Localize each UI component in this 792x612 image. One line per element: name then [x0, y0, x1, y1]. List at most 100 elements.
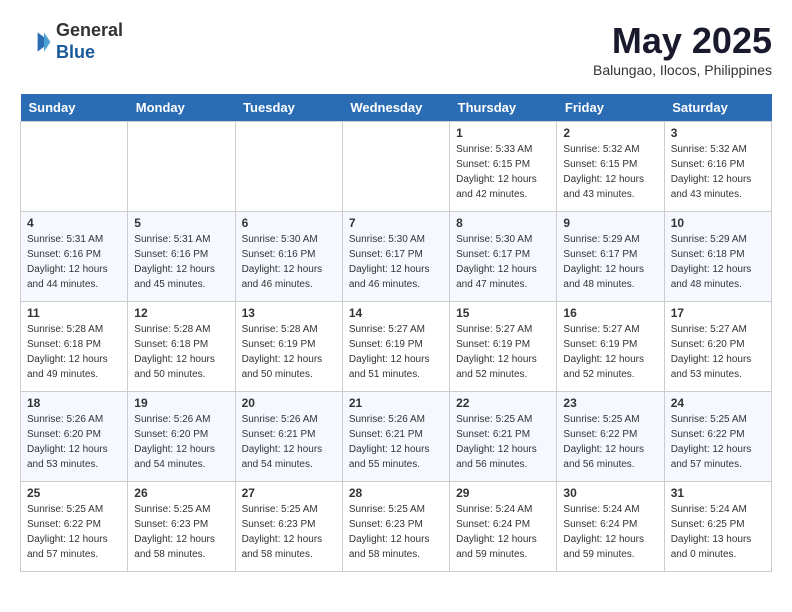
day-number: 4 [27, 216, 121, 230]
day-cell: 26 Sunrise: 5:25 AM Sunset: 6:23 PM Dayli… [128, 482, 235, 572]
day-number: 6 [242, 216, 336, 230]
day-number: 7 [349, 216, 443, 230]
logo-line1: General [56, 20, 123, 42]
day-cell: 1Sunrise: 5:33 AM Sunset: 6:15 PM Daylig… [450, 122, 557, 212]
weekday-header-wednesday: Wednesday [342, 94, 449, 122]
day-number: 9 [563, 216, 657, 230]
day-info: Sunrise: 5:27 AM Sunset: 6:19 PM Dayligh… [563, 322, 657, 382]
day-number: 5 [134, 216, 228, 230]
day-cell: 25 Sunrise: 5:25 AM Sunset: 6:22 PM Dayli… [21, 482, 128, 572]
day-info: Sunrise: 5:31 AM Sunset: 6:16 PM Dayligh… [27, 232, 121, 292]
day-cell: 31 Sunrise: 5:24 AM Sunset: 6:25 PM Dayli… [664, 482, 771, 572]
day-number: 31 [671, 486, 765, 500]
day-number: 19 [134, 396, 228, 410]
day-cell: 13 Sunrise: 5:28 AM Sunset: 6:19 PM Dayli… [235, 302, 342, 392]
day-cell [21, 122, 128, 212]
day-number: 25 [27, 486, 121, 500]
weekday-header-row: SundayMondayTuesdayWednesdayThursdayFrid… [21, 94, 772, 122]
day-number: 21 [349, 396, 443, 410]
day-number: 2 [563, 126, 657, 140]
weekday-header-friday: Friday [557, 94, 664, 122]
day-info: Sunrise: 5:29 AM Sunset: 6:18 PM Dayligh… [671, 232, 765, 292]
day-info: Sunrise: 5:32 AM Sunset: 6:16 PM Dayligh… [671, 142, 765, 202]
day-cell: 5 Sunrise: 5:31 AM Sunset: 6:16 PM Daylig… [128, 212, 235, 302]
day-info: Sunrise: 5:25 AM Sunset: 6:21 PM Dayligh… [456, 412, 550, 472]
day-number: 22 [456, 396, 550, 410]
day-info: Sunrise: 5:24 AM Sunset: 6:24 PM Dayligh… [456, 502, 550, 562]
day-cell: 9 Sunrise: 5:29 AM Sunset: 6:17 PM Daylig… [557, 212, 664, 302]
day-info: Sunrise: 5:26 AM Sunset: 6:21 PM Dayligh… [349, 412, 443, 472]
day-cell: 23 Sunrise: 5:25 AM Sunset: 6:22 PM Dayli… [557, 392, 664, 482]
day-info: Sunrise: 5:30 AM Sunset: 6:17 PM Dayligh… [456, 232, 550, 292]
day-cell [128, 122, 235, 212]
day-cell: 24 Sunrise: 5:25 AM Sunset: 6:22 PM Dayli… [664, 392, 771, 482]
day-number: 10 [671, 216, 765, 230]
day-number: 30 [563, 486, 657, 500]
week-row-1: 1Sunrise: 5:33 AM Sunset: 6:15 PM Daylig… [21, 122, 772, 212]
day-cell: 15 Sunrise: 5:27 AM Sunset: 6:19 PM Dayli… [450, 302, 557, 392]
weekday-header-saturday: Saturday [664, 94, 771, 122]
day-info: Sunrise: 5:30 AM Sunset: 6:17 PM Dayligh… [349, 232, 443, 292]
weekday-header-tuesday: Tuesday [235, 94, 342, 122]
day-cell: 2 Sunrise: 5:32 AM Sunset: 6:15 PM Daylig… [557, 122, 664, 212]
day-cell: 27Sunrise: 5:25 AM Sunset: 6:23 PM Dayli… [235, 482, 342, 572]
day-number: 3 [671, 126, 765, 140]
day-cell: 12 Sunrise: 5:28 AM Sunset: 6:18 PM Dayli… [128, 302, 235, 392]
weekday-header-sunday: Sunday [21, 94, 128, 122]
day-info: Sunrise: 5:26 AM Sunset: 6:21 PM Dayligh… [242, 412, 336, 472]
day-number: 27 [242, 486, 336, 500]
day-cell: 7 Sunrise: 5:30 AM Sunset: 6:17 PM Daylig… [342, 212, 449, 302]
day-number: 13 [242, 306, 336, 320]
day-cell: 30 Sunrise: 5:24 AM Sunset: 6:24 PM Dayli… [557, 482, 664, 572]
week-row-3: 11 Sunrise: 5:28 AM Sunset: 6:18 PM Dayli… [21, 302, 772, 392]
day-number: 17 [671, 306, 765, 320]
day-info: Sunrise: 5:33 AM Sunset: 6:15 PM Dayligh… [456, 142, 550, 202]
day-info: Sunrise: 5:27 AM Sunset: 6:19 PM Dayligh… [349, 322, 443, 382]
day-cell: 11Sunrise: 5:28 AM Sunset: 6:18 PM Dayli… [21, 302, 128, 392]
week-row-5: 25 Sunrise: 5:25 AM Sunset: 6:22 PM Dayli… [21, 482, 772, 572]
day-number: 28 [349, 486, 443, 500]
day-number: 18 [27, 396, 121, 410]
day-info: Sunrise: 5:32 AM Sunset: 6:15 PM Dayligh… [563, 142, 657, 202]
day-info: Sunrise: 5:25 AM Sunset: 6:23 PM Dayligh… [349, 502, 443, 562]
day-info: Sunrise: 5:25 AM Sunset: 6:22 PM Dayligh… [671, 412, 765, 472]
day-info: Sunrise: 5:28 AM Sunset: 6:18 PM Dayligh… [134, 322, 228, 382]
weekday-header-thursday: Thursday [450, 94, 557, 122]
title-block: May 2025 Balungao, Ilocos, Philippines [593, 20, 772, 78]
day-number: 23 [563, 396, 657, 410]
day-cell: 3 Sunrise: 5:32 AM Sunset: 6:16 PM Daylig… [664, 122, 771, 212]
day-number: 24 [671, 396, 765, 410]
day-info: Sunrise: 5:29 AM Sunset: 6:17 PM Dayligh… [563, 232, 657, 292]
week-row-4: 18 Sunrise: 5:26 AM Sunset: 6:20 PM Dayli… [21, 392, 772, 482]
day-info: Sunrise: 5:24 AM Sunset: 6:25 PM Dayligh… [671, 502, 765, 562]
day-number: 16 [563, 306, 657, 320]
day-info: Sunrise: 5:24 AM Sunset: 6:24 PM Dayligh… [563, 502, 657, 562]
day-cell: 28 Sunrise: 5:25 AM Sunset: 6:23 PM Dayli… [342, 482, 449, 572]
day-info: Sunrise: 5:26 AM Sunset: 6:20 PM Dayligh… [27, 412, 121, 472]
weekday-header-monday: Monday [128, 94, 235, 122]
logo-line2: Blue [56, 42, 123, 64]
day-number: 12 [134, 306, 228, 320]
day-cell: 17 Sunrise: 5:27 AM Sunset: 6:20 PM Dayli… [664, 302, 771, 392]
day-number: 15 [456, 306, 550, 320]
day-info: Sunrise: 5:31 AM Sunset: 6:16 PM Dayligh… [134, 232, 228, 292]
day-cell: 6 Sunrise: 5:30 AM Sunset: 6:16 PM Daylig… [235, 212, 342, 302]
day-number: 26 [134, 486, 228, 500]
logo-icon [20, 26, 52, 58]
day-info: Sunrise: 5:27 AM Sunset: 6:20 PM Dayligh… [671, 322, 765, 382]
location: Balungao, Ilocos, Philippines [593, 62, 772, 78]
day-info: Sunrise: 5:27 AM Sunset: 6:19 PM Dayligh… [456, 322, 550, 382]
day-info: Sunrise: 5:25 AM Sunset: 6:23 PM Dayligh… [134, 502, 228, 562]
day-cell: 8 Sunrise: 5:30 AM Sunset: 6:17 PM Daylig… [450, 212, 557, 302]
month-title: May 2025 [593, 20, 772, 62]
day-info: Sunrise: 5:25 AM Sunset: 6:22 PM Dayligh… [27, 502, 121, 562]
day-info: Sunrise: 5:26 AM Sunset: 6:20 PM Dayligh… [134, 412, 228, 472]
day-number: 29 [456, 486, 550, 500]
day-info: Sunrise: 5:25 AM Sunset: 6:22 PM Dayligh… [563, 412, 657, 472]
day-number: 8 [456, 216, 550, 230]
day-number: 20 [242, 396, 336, 410]
day-info: Sunrise: 5:30 AM Sunset: 6:16 PM Dayligh… [242, 232, 336, 292]
calendar-table: SundayMondayTuesdayWednesdayThursdayFrid… [20, 94, 772, 572]
day-number: 11 [27, 306, 121, 320]
day-info: Sunrise: 5:28 AM Sunset: 6:19 PM Dayligh… [242, 322, 336, 382]
